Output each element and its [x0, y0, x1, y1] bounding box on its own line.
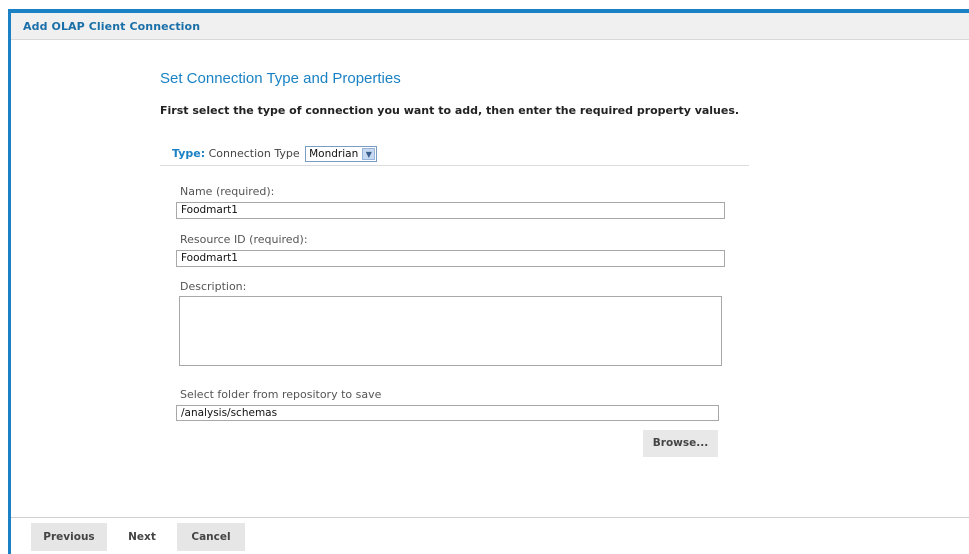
connection-type-value: Mondrian [309, 148, 359, 160]
browse-button[interactable]: Browse... [643, 430, 718, 457]
connection-type-row: Type: Connection Type Mondrian ▼ [172, 146, 378, 162]
footer-divider [11, 517, 969, 518]
left-accent-border [8, 9, 11, 554]
connection-type-label: Connection Type [208, 147, 300, 160]
title-bar: Add OLAP Client Connection [11, 13, 969, 40]
dialog-title: Add OLAP Client Connection [23, 20, 201, 33]
cancel-button[interactable]: Cancel [177, 523, 245, 551]
folder-label: Select folder from repository to save [180, 388, 382, 401]
chevron-down-icon[interactable]: ▼ [362, 148, 376, 160]
type-label: Type: [172, 147, 206, 160]
instructions-text: First select the type of connection you … [160, 104, 740, 117]
dialog-frame: Add OLAP Client Connection Set Connectio… [0, 0, 969, 554]
name-input[interactable]: Foodmart1 [176, 202, 725, 219]
next-button[interactable]: Next [117, 523, 167, 551]
resource-id-label: Resource ID (required): [180, 233, 308, 246]
folder-path-input[interactable]: /analysis/schemas [176, 405, 719, 421]
previous-button[interactable]: Previous [31, 523, 107, 551]
resource-id-input[interactable]: Foodmart1 [176, 250, 725, 267]
name-label: Name (required): [180, 185, 275, 198]
description-label: Description: [180, 280, 247, 293]
connection-type-select[interactable]: Mondrian ▼ [305, 146, 378, 162]
description-textarea[interactable] [179, 296, 722, 366]
type-divider [160, 165, 749, 166]
section-heading: Set Connection Type and Properties [160, 70, 401, 87]
